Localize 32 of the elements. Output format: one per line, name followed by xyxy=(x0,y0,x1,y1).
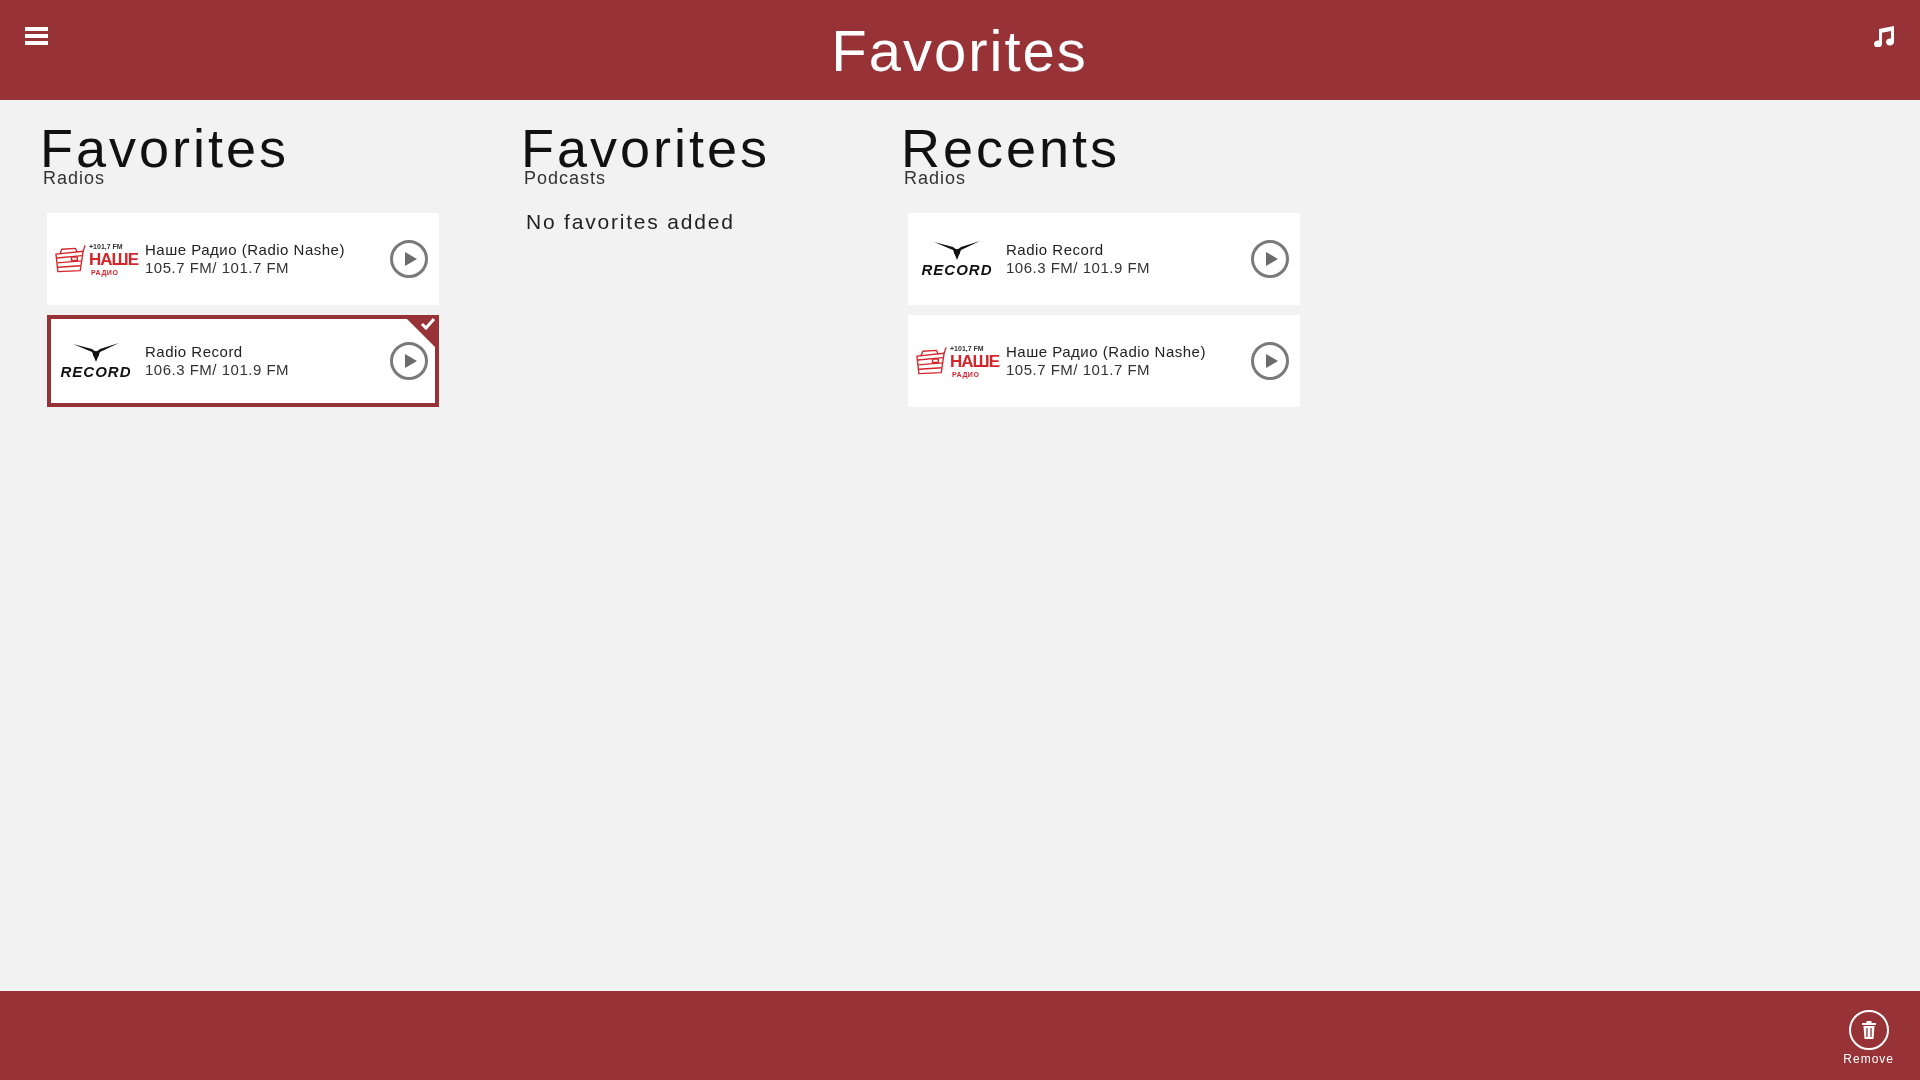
play-icon xyxy=(1251,342,1289,380)
station-name: Radio Record xyxy=(1006,241,1104,259)
station-name: Наше Радио (Radio Nashe) xyxy=(1006,343,1206,361)
play-button[interactable] xyxy=(390,342,428,380)
station-name: Наше Радио (Radio Nashe) xyxy=(145,241,345,259)
play-button[interactable] xyxy=(390,240,428,278)
station-frequency: 105.7 FM/ 101.7 FM xyxy=(1006,361,1151,379)
play-icon xyxy=(390,342,428,380)
play-button[interactable] xyxy=(1251,342,1289,380)
radio-set-icon xyxy=(915,346,948,376)
station-frequency: 105.7 FM/ 101.7 FM xyxy=(145,259,290,277)
trash-icon xyxy=(1848,1010,1889,1050)
station-card[interactable]: RECORD Radio Record 106.3 FM/ 101.9 FM xyxy=(47,315,439,407)
play-button[interactable] xyxy=(1251,240,1289,278)
play-icon xyxy=(1251,240,1289,278)
wings-icon xyxy=(73,343,119,363)
station-frequency: 106.3 FM/ 101.9 FM xyxy=(1006,259,1151,277)
logo-text: RECORD xyxy=(60,364,132,379)
page-title: Favorites xyxy=(831,22,1088,80)
remove-button[interactable]: Remove xyxy=(1843,1010,1894,1065)
station-card[interactable]: RECORD Radio Record 106.3 FM/ 101.9 FM xyxy=(908,213,1300,305)
play-icon xyxy=(390,240,428,278)
station-name: Radio Record xyxy=(145,343,243,361)
menu-button[interactable] xyxy=(25,27,48,45)
logo-text: RECORD xyxy=(921,262,993,277)
menu-icon xyxy=(25,27,48,45)
wings-icon xyxy=(934,241,980,261)
music-button[interactable] xyxy=(1873,25,1894,47)
empty-message: No favorites added xyxy=(526,211,735,232)
music-note-icon xyxy=(1873,25,1894,47)
station-frequency: 106.3 FM/ 101.9 FM xyxy=(145,361,290,379)
radio-set-icon xyxy=(54,244,87,274)
